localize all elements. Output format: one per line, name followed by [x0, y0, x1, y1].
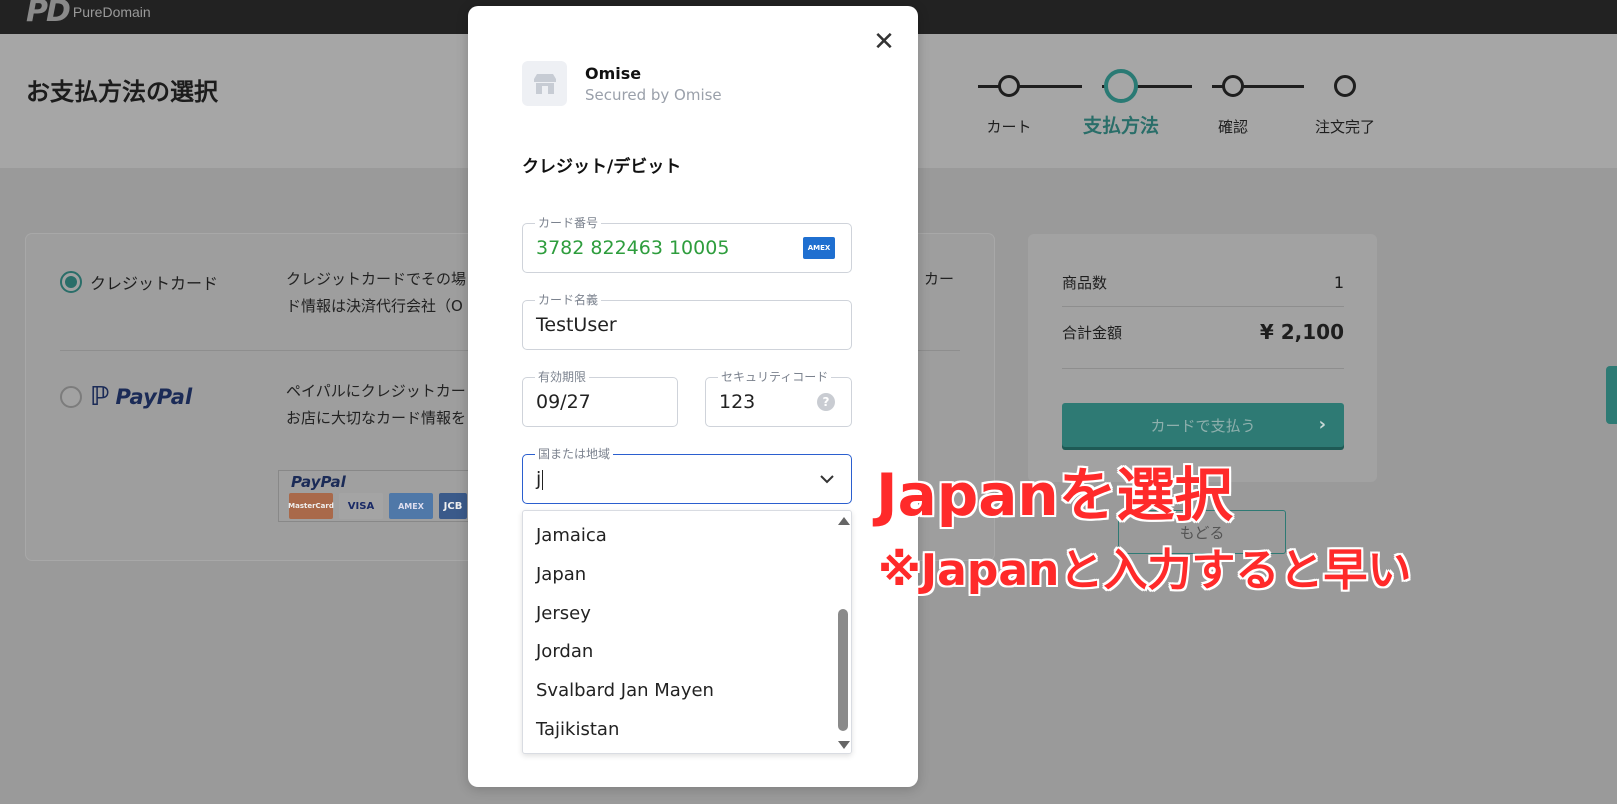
items-label: 商品数 — [1062, 274, 1108, 292]
credit-desc-line2: ド情報は決済代行会社（O — [286, 297, 463, 315]
page-title: お支払方法の選択 — [26, 78, 218, 106]
credit-label: クレジットカード — [90, 274, 219, 293]
paypal-box-logo: PayPal — [291, 473, 346, 491]
credit-desc-tail: カー — [924, 270, 955, 288]
country-option-jamaica[interactable]: Jamaica — [536, 525, 607, 546]
country-select[interactable]: 国または地域 j — [522, 446, 852, 504]
cardholder-name-label: カード名義 — [535, 292, 602, 308]
omise-payment-modal: ✕ Omise Secured by Omise クレジット/デビット カード番… — [468, 6, 918, 787]
summary-divider — [1062, 306, 1344, 307]
paypal-logo: ℙ PayPal — [90, 382, 192, 412]
paypal-desc-line1: ペイパルにクレジットカー — [286, 382, 466, 400]
pay-button-label: カードで支払う — [1150, 416, 1256, 435]
annotation-select-japan: Japanを選択 — [876, 461, 1233, 529]
credit-description: クレジットカードでその場 ド情報は決済代行会社（O — [286, 266, 466, 320]
scroll-thumb[interactable] — [838, 609, 848, 731]
brand-logo[interactable]: PD PureDomain — [26, 0, 151, 29]
cardholder-name-value: TestUser — [536, 314, 617, 336]
summary-divider — [1062, 368, 1344, 369]
country-option-jordan[interactable]: Jordan — [536, 641, 593, 662]
security-code-field[interactable]: セキュリティコード 123 ? — [705, 369, 852, 427]
paypal-wordmark: PayPal — [115, 385, 193, 409]
scroll-up-icon[interactable] — [838, 517, 850, 525]
checkout-steps: カート 支払方法 確認 注文完了 — [960, 69, 1380, 140]
step-label-cart: カート — [986, 118, 1032, 136]
expiry-value: 09/27 — [536, 391, 591, 413]
card-number-label: カード番号 — [535, 215, 602, 231]
payment-option-credit[interactable]: クレジットカード — [60, 270, 218, 294]
total-value: ¥ 2,100 — [1259, 320, 1344, 344]
side-tab[interactable] — [1606, 366, 1617, 424]
step-label-payment: 支払方法 — [1082, 115, 1160, 137]
step-dot-payment — [1104, 69, 1138, 103]
chevron-down-icon[interactable] — [817, 469, 837, 489]
country-option-svalbard[interactable]: Svalbard Jan Mayen — [536, 680, 714, 701]
step-label-complete: 注文完了 — [1314, 118, 1376, 136]
items-value: 1 — [1333, 273, 1344, 292]
country-input-value: j — [536, 468, 544, 490]
country-dropdown: Jamaica Japan Jersey Jordan Svalbard Jan… — [522, 510, 852, 754]
paypal-radio[interactable] — [60, 386, 82, 408]
close-icon[interactable]: ✕ — [870, 28, 898, 56]
summary-items-row: 商品数 1 — [1062, 272, 1344, 293]
step-dot-confirm — [1222, 75, 1244, 97]
paypal-desc-line2: お店に大切なカード情報を — [286, 409, 467, 427]
credit-desc-line1: クレジットカードでその場 — [286, 270, 467, 288]
logo-text: PureDomain — [72, 4, 151, 20]
card-number-field[interactable]: カード番号 3782 822463 10005 AMEX — [522, 215, 852, 273]
annotation-type-hint: ※Japanと入力すると早い — [878, 545, 1412, 596]
step-connector — [978, 85, 1082, 88]
cardholder-name-field[interactable]: カード名義 TestUser — [522, 292, 852, 350]
country-label: 国または地域 — [535, 446, 614, 462]
dropdown-scrollbar[interactable] — [834, 511, 851, 753]
country-option-jersey[interactable]: Jersey — [536, 603, 591, 624]
summary-total-row: 合計金額 ¥ 2,100 — [1062, 320, 1344, 344]
scroll-down-icon[interactable] — [838, 741, 850, 749]
card-brand-list: MasterCard VISA AMEX JCB — [288, 493, 467, 519]
payment-option-paypal[interactable]: ℙ PayPal — [60, 382, 192, 412]
country-option-tajikistan[interactable]: Tajikistan — [536, 719, 619, 740]
help-icon[interactable]: ? — [817, 393, 835, 411]
step-dot-cart — [998, 75, 1020, 97]
security-code-label: セキュリティコード — [718, 369, 832, 385]
step-label-confirm: 確認 — [1217, 118, 1249, 136]
text-caret — [542, 469, 544, 490]
chevron-right-icon: › — [1318, 414, 1326, 435]
amex-card-icon: AMEX — [389, 493, 433, 519]
mastercard-icon: MasterCard — [288, 493, 334, 519]
visa-icon: VISA — [339, 493, 383, 519]
store-icon — [522, 61, 567, 106]
expiry-label: 有効期限 — [535, 369, 590, 385]
country-option-japan[interactable]: Japan — [536, 564, 586, 585]
step-dot-complete — [1334, 75, 1356, 97]
paypal-icon: ℙ — [90, 382, 110, 412]
paypal-accepted-cards: PayPal MasterCard VISA AMEX JCB — [278, 470, 478, 522]
pay-with-card-button[interactable]: カードで支払う › — [1062, 403, 1344, 447]
paypal-description: ペイパルにクレジットカー お店に大切なカード情報を — [286, 378, 466, 432]
total-label: 合計金額 — [1062, 323, 1123, 342]
security-code-value: 123 — [719, 391, 756, 413]
credit-radio[interactable] — [60, 271, 82, 293]
section-title: クレジット/デビット — [522, 157, 682, 177]
amex-icon: AMEX — [803, 237, 835, 259]
order-summary: 商品数 1 合計金額 ¥ 2,100 カードで支払う › — [1028, 234, 1377, 482]
card-number-value: 3782 822463 10005 — [536, 237, 730, 259]
merchant-name: Omise — [585, 64, 642, 83]
logo-mark: PD — [26, 0, 71, 29]
merchant-subtitle: Secured by Omise — [585, 86, 722, 104]
expiry-field[interactable]: 有効期限 09/27 — [522, 369, 678, 427]
jcb-icon: JCB — [439, 493, 467, 519]
country-typed-text: j — [536, 468, 542, 490]
